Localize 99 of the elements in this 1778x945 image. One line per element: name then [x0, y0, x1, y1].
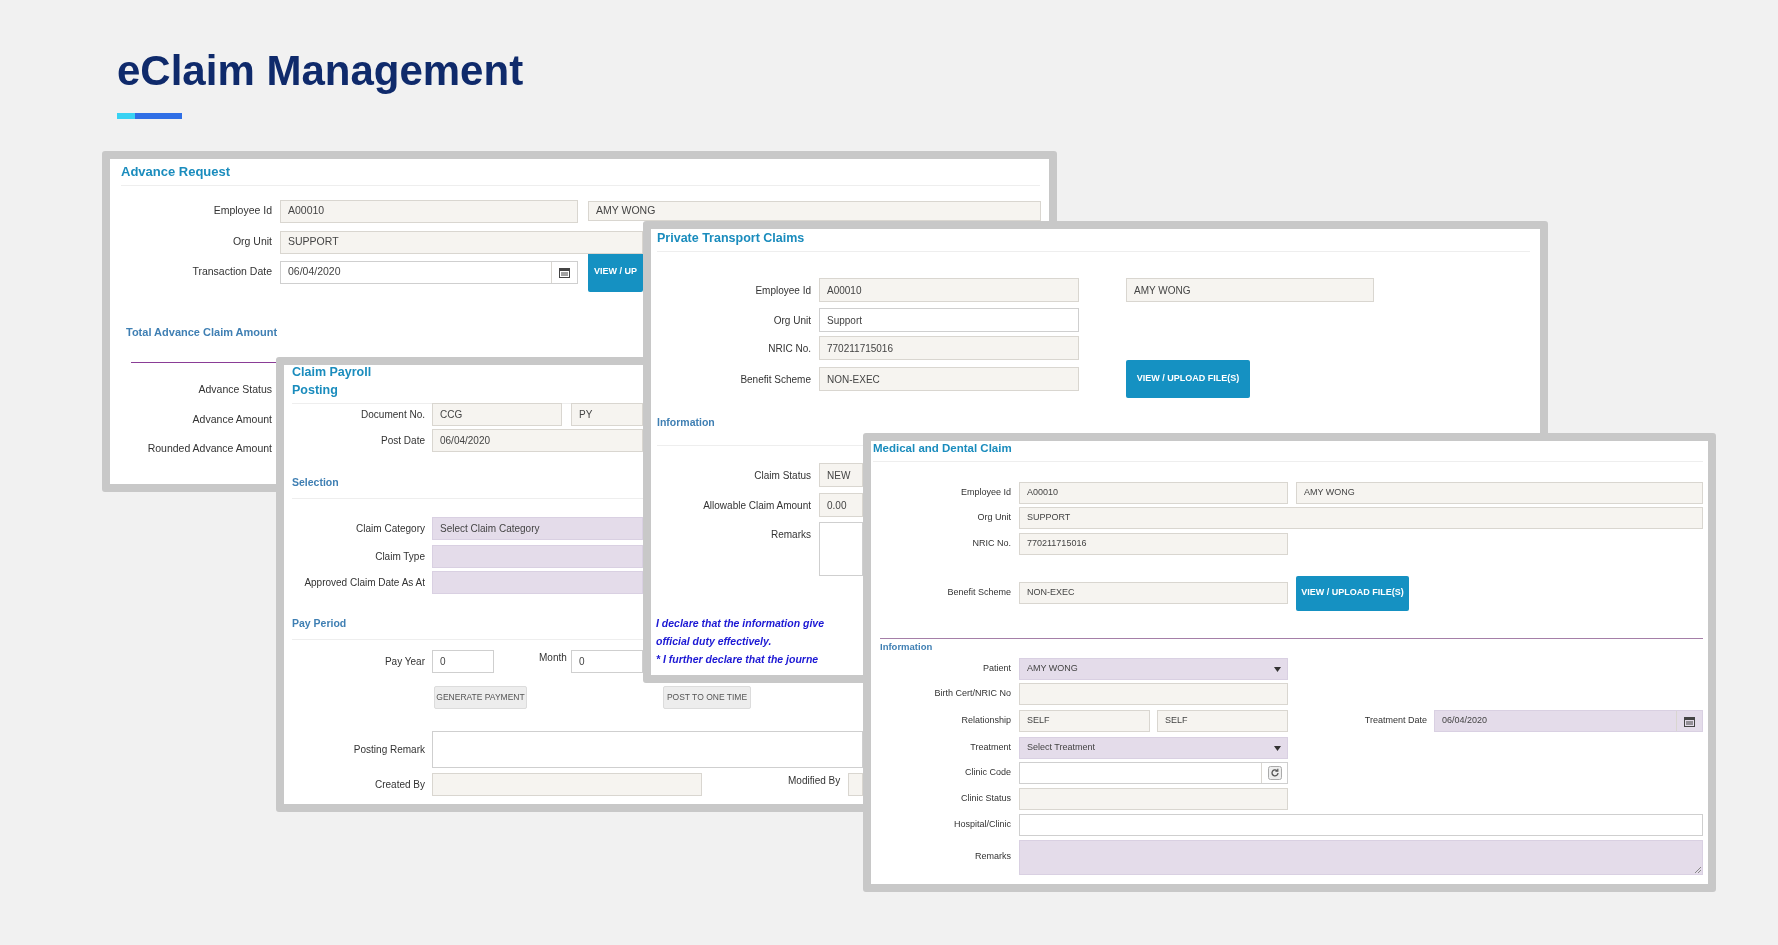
calendar-icon [1684, 715, 1695, 727]
input-field[interactable]: NON-EXEC [819, 367, 1079, 391]
input-field[interactable]: A00010 [280, 199, 578, 223]
declaration-text: * I further declare that the journe [656, 652, 819, 667]
input-field[interactable]: AMY WONG [588, 201, 1041, 221]
input-field[interactable]: AMY WONG [1296, 482, 1703, 504]
form-label: Org Unit [772, 313, 811, 328]
form-label: Patient [981, 662, 1011, 676]
input-field[interactable]: Support [819, 308, 1079, 332]
declaration-text: official duty effectively. [656, 634, 772, 649]
section-heading: Total Advance Claim Amount [126, 325, 278, 340]
form-label: Org Unit [976, 511, 1011, 525]
upload-button[interactable]: VIEW / UP [588, 252, 643, 292]
form-label: Claim Status [753, 468, 811, 483]
form-label: Clinic Status [959, 792, 1011, 806]
input-field[interactable]: NEW [819, 463, 863, 487]
input-field[interactable] [432, 772, 702, 796]
form-label: Relationship [960, 714, 1011, 728]
input-field[interactable] [1019, 683, 1288, 705]
input-field[interactable]: A00010 [1019, 482, 1288, 504]
input-field[interactable]: CCG [432, 402, 562, 426]
dropdown[interactable]: AMY WONG [1019, 658, 1288, 680]
form-label: Clinic Code [963, 766, 1011, 780]
input-field[interactable]: A00010 [819, 278, 1079, 302]
form-label: Document No. [360, 407, 425, 422]
input-field[interactable]: 770211715016 [1019, 533, 1288, 555]
action-button[interactable]: POST TO ONE TIME [663, 685, 751, 709]
page-title: eClaim Management [117, 46, 524, 96]
section-heading: Pay Period [292, 616, 347, 631]
input-field[interactable]: 06/04/2020 [432, 428, 643, 452]
text-area[interactable] [819, 522, 863, 576]
input-field[interactable] [432, 570, 643, 594]
window-title: Medical and Dental Claim [873, 441, 1012, 456]
action-button[interactable]: GENERATE PAYMENT [434, 685, 527, 709]
input-field[interactable] [1019, 788, 1288, 810]
form-label: Rounded Advance Amount [146, 441, 272, 457]
form-label: Post Date [380, 433, 425, 448]
dropdown[interactable]: Select Treatment [1019, 737, 1288, 759]
form-label: Transaction Date [191, 264, 272, 280]
input-field[interactable]: PY [571, 402, 643, 426]
date-field[interactable]: 06/04/2020 [1434, 710, 1703, 732]
form-label: Advance Status [197, 382, 272, 398]
window-title: Advance Request [121, 163, 231, 181]
lookup-field[interactable] [1019, 762, 1288, 784]
input-field[interactable]: 0 [432, 649, 494, 673]
input-field[interactable]: NON-EXEC [1019, 582, 1288, 604]
form-label: Claim Category [355, 521, 425, 536]
caret-icon [1274, 666, 1281, 672]
section-heading: Information [657, 415, 715, 430]
form-label: Treatment Date [1363, 714, 1427, 727]
resize-grip-icon [1695, 866, 1701, 873]
text-area[interactable] [1019, 839, 1703, 875]
form-label: NRIC No. [767, 341, 811, 356]
form-label: Employee Id [959, 486, 1011, 500]
form-label: Benefit Scheme [739, 372, 811, 387]
input-field[interactable]: AMY WONG [1126, 278, 1374, 302]
input-field[interactable]: SELF [1019, 710, 1150, 732]
form-label: Approved Claim Date As At [303, 575, 425, 590]
text-area[interactable] [432, 730, 863, 768]
window-title: Claim Payroll Posting [292, 365, 373, 399]
form-label: Posting Remark [352, 742, 425, 757]
form-label: Remarks [974, 850, 1011, 864]
form-label: Employee Id [754, 283, 811, 298]
form-label: Modified By [788, 773, 842, 788]
calendar-icon [559, 266, 570, 278]
section-heading: Selection [292, 475, 339, 490]
refresh-icon [1267, 766, 1282, 780]
form-label: Employee Id [212, 203, 272, 219]
input-field[interactable]: SELF [1157, 710, 1288, 732]
form-label: Hospital/Clinic [952, 818, 1011, 832]
upload-button[interactable]: VIEW / UPLOAD FILE(S) [1296, 575, 1409, 611]
form-label: Claim Type [374, 549, 425, 564]
input-field[interactable] [848, 772, 863, 796]
form-label: Allowable Claim Amount [702, 498, 811, 513]
input-field[interactable]: 0.00 [819, 493, 863, 517]
form-label: Created By [373, 777, 425, 792]
caret-icon [1274, 745, 1281, 751]
declaration-text: I declare that the information give [656, 616, 825, 631]
date-field[interactable]: 06/04/2020 [280, 260, 578, 284]
input-field[interactable]: SUPPORT [1019, 507, 1703, 529]
form-label: Pay Year [383, 654, 425, 669]
section-heading: Information [880, 640, 933, 654]
input-field[interactable]: 0 [571, 649, 643, 673]
accent-bar [117, 113, 182, 119]
input-field[interactable]: 770211715016 [819, 336, 1079, 360]
dropdown[interactable]: Select Claim Category [432, 516, 643, 540]
dropdown[interactable] [432, 544, 643, 568]
window-title: Private Transport Claims [657, 230, 805, 247]
form-label: Birth Cert/NRIC No [933, 687, 1011, 701]
form-label: NRIC No. [971, 537, 1011, 551]
input-field[interactable]: SUPPORT [280, 230, 643, 254]
input-field[interactable] [1019, 814, 1703, 836]
form-label: Advance Amount [191, 412, 272, 428]
form-label: Treatment [969, 741, 1011, 755]
form-label: Month [539, 650, 567, 665]
form-label: Org Unit [231, 234, 272, 250]
form-label: Remarks [770, 528, 811, 542]
form-label: Benefit Scheme [946, 586, 1011, 600]
upload-button[interactable]: VIEW / UPLOAD FILE(S) [1126, 360, 1250, 398]
